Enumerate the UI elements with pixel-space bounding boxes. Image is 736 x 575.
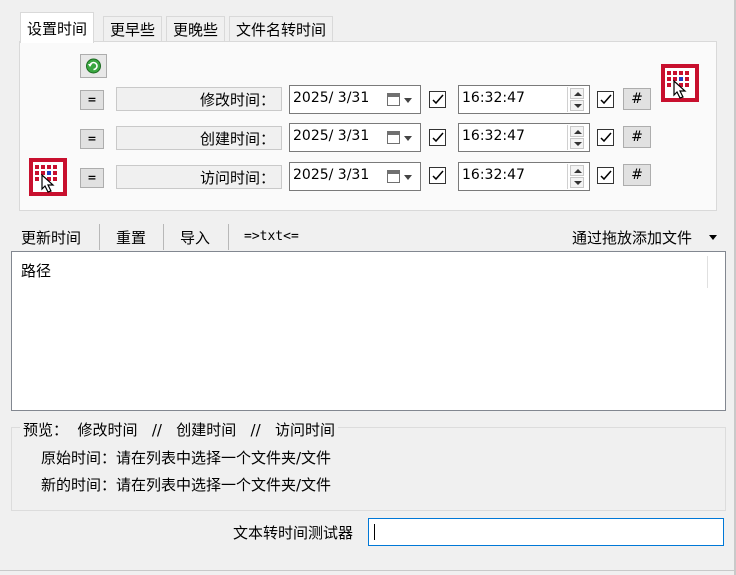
accessed-date-checkbox[interactable] [429, 167, 446, 184]
import-button[interactable]: 导入 [180, 227, 210, 248]
calendar-pointer-icon[interactable] [660, 63, 700, 107]
tab-later[interactable]: 更晚些 [166, 16, 226, 42]
column-divider [707, 256, 708, 288]
copy-time-button[interactable]: = [80, 168, 104, 188]
text-time-tester-label: 文本转时间测试器 [233, 524, 354, 542]
new-time-text: 新的时间：请在列表中选择一个文件夹/文件 [41, 476, 332, 494]
chevron-down-icon[interactable] [709, 235, 717, 240]
text-cursor [374, 524, 375, 540]
accessed-time-checkbox[interactable] [597, 167, 614, 184]
preview-legend: 预览： 修改时间 // 创建时间 // 访问时间 [20, 419, 338, 440]
date-value: 2025/ 3/31 [293, 90, 370, 106]
tab-set-time[interactable]: 设置时间 [20, 12, 95, 43]
copy-time-button[interactable]: = [80, 90, 104, 110]
modified-time-label: 修改时间： [116, 87, 282, 111]
date-value: 2025/ 3/31 [293, 167, 370, 183]
add-by-drag-button[interactable]: 通过拖放添加文件 [572, 227, 692, 248]
time-value: 16:32:47 [462, 167, 525, 183]
file-list[interactable]: 路径 [11, 251, 726, 411]
window-bottom-edge [0, 570, 736, 575]
calendar-icon [387, 93, 400, 106]
original-time-text: 原始时间：请在列表中选择一个文件夹/文件 [41, 449, 332, 467]
accessed-hash-button[interactable]: # [623, 164, 651, 186]
created-hash-button[interactable]: # [623, 126, 651, 148]
reset-button[interactable]: 重置 [116, 227, 146, 248]
tab-earlier[interactable]: 更早些 [103, 16, 163, 42]
dropdown-arrow-icon [404, 175, 412, 180]
update-time-button[interactable]: 更新时间 [21, 227, 81, 248]
toolbar-separator [228, 224, 229, 250]
calendar-icon [387, 170, 400, 183]
dropdown-arrow-icon [404, 98, 412, 103]
time-value: 16:32:47 [462, 128, 525, 144]
dropdown-arrow-icon [404, 136, 412, 141]
accessed-date-picker[interactable]: 2025/ 3/31 [289, 162, 421, 191]
modified-date-picker[interactable]: 2025/ 3/31 [289, 85, 421, 114]
modified-time-checkbox[interactable] [597, 91, 614, 108]
date-value: 2025/ 3/31 [293, 128, 370, 144]
green-refresh-icon[interactable] [80, 54, 107, 78]
modified-time-spinner[interactable] [567, 87, 585, 112]
copy-time-button[interactable]: = [80, 129, 104, 149]
toolbar-separator [163, 224, 164, 250]
calendar-icon [387, 131, 400, 144]
text-time-tester-input[interactable] [368, 518, 724, 546]
toolbar-separator [99, 224, 100, 250]
txt-button[interactable]: =>txt<= [244, 229, 299, 244]
add-by-drag-label: 通过拖放添加文件 [572, 229, 693, 247]
created-time-checkbox[interactable] [597, 129, 614, 146]
tab-filename-to-time[interactable]: 文件名转时间 [229, 16, 334, 42]
accessed-time-spinner[interactable] [567, 164, 585, 189]
created-time-label: 创建时间： [116, 126, 282, 150]
modified-hash-button[interactable]: # [623, 88, 651, 110]
created-date-checkbox[interactable] [429, 129, 446, 146]
created-time-spinner[interactable] [567, 125, 585, 150]
accessed-time-label: 访问时间： [116, 165, 282, 189]
calendar-pointer-icon[interactable] [28, 157, 68, 201]
path-column-header[interactable]: 路径 [21, 260, 51, 281]
modified-date-checkbox[interactable] [429, 91, 446, 108]
time-value: 16:32:47 [462, 90, 525, 106]
created-date-picker[interactable]: 2025/ 3/31 [289, 123, 421, 152]
